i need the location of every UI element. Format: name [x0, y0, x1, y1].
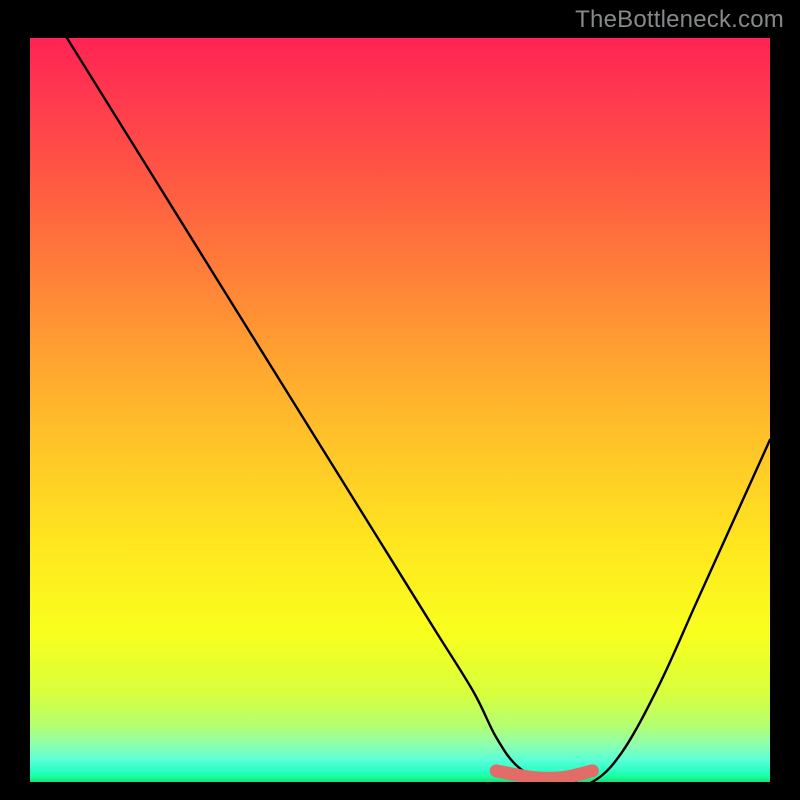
curve-layer — [30, 38, 770, 782]
watermark-text: TheBottleneck.com — [575, 6, 784, 34]
optimal-range-highlight — [496, 771, 592, 779]
chart-frame: TheBottleneck.com — [0, 0, 800, 800]
bottleneck-curve-path — [67, 38, 770, 782]
plot-area — [30, 38, 770, 782]
